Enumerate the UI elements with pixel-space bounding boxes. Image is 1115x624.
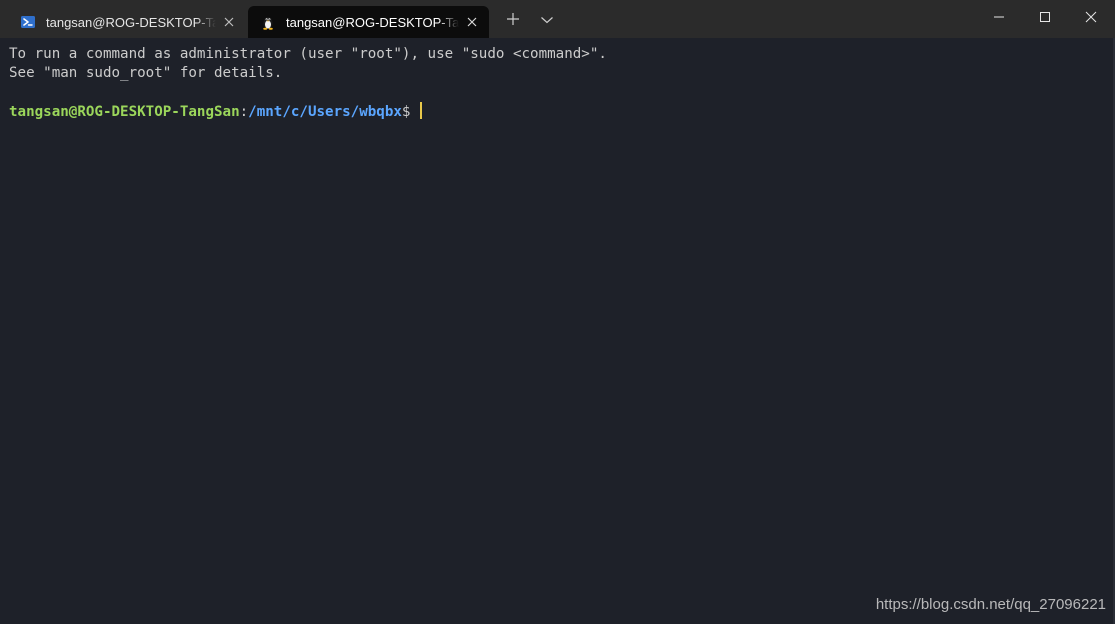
- minimize-button[interactable]: [976, 0, 1022, 38]
- prompt-user-host: tangsan@ROG-DESKTOP-TangSan: [9, 104, 240, 120]
- tab-close-icon[interactable]: [216, 9, 242, 35]
- powershell-icon: [20, 14, 36, 30]
- tab-title: tangsan@ROG-DESKTOP-TangSan: /mnt/c/User…: [46, 14, 216, 30]
- title-bar[interactable]: tangsan@ROG-DESKTOP-TangSan: /mnt/c/User…: [0, 0, 1115, 38]
- terminal-output[interactable]: To run a command as administrator (user …: [0, 38, 1115, 624]
- linux-penguin-icon: [260, 14, 276, 30]
- terminal-window: tangsan@ROG-DESKTOP-TangSan: /mnt/c/User…: [0, 0, 1115, 624]
- minimize-icon: [993, 10, 1005, 28]
- terminal-line: To run a command as administrator (user …: [9, 46, 607, 62]
- maximize-button[interactable]: [1022, 0, 1068, 38]
- maximize-icon: [1039, 10, 1051, 28]
- prompt-path: /mnt/c/Users/wbqbx: [248, 104, 402, 120]
- chevron-down-icon: [540, 12, 554, 30]
- terminal-line: See "man sudo_root" for details.: [9, 65, 283, 81]
- new-tab-button[interactable]: [497, 6, 529, 36]
- tab-ubuntu[interactable]: tangsan@ROG-DESKTOP-TangSan: /mnt/c/User…: [248, 6, 489, 38]
- tab-powershell[interactable]: tangsan@ROG-DESKTOP-TangSan: /mnt/c/User…: [8, 6, 246, 38]
- shell-prompt: tangsan@ROG-DESKTOP-TangSan:/mnt/c/Users…: [9, 102, 423, 121]
- tab-close-icon[interactable]: [459, 9, 485, 35]
- text-cursor: [420, 102, 423, 119]
- plus-icon: [506, 12, 520, 31]
- close-button[interactable]: [1068, 0, 1114, 38]
- tab-dropdown-button[interactable]: [531, 6, 563, 36]
- watermark-url: https://blog.csdn.net/qq_27096221: [875, 596, 1106, 613]
- prompt-symbol: $: [401, 104, 420, 120]
- close-icon: [1085, 10, 1097, 28]
- prompt-separator: :: [239, 104, 249, 120]
- tab-title: tangsan@ROG-DESKTOP-TangSan: /mnt/c/User…: [286, 14, 459, 30]
